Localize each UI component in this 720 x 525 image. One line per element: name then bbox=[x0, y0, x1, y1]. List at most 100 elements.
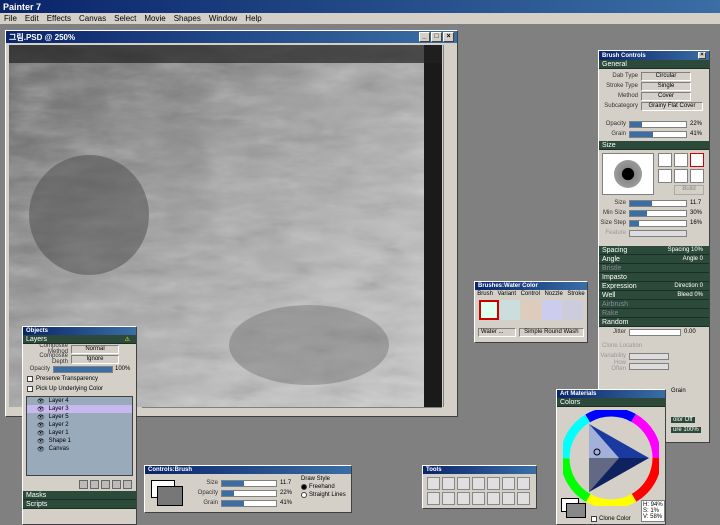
pickup-checkbox[interactable] bbox=[27, 386, 33, 392]
composite-method-select[interactable]: Normal bbox=[71, 344, 119, 354]
clone-color-checkbox[interactable] bbox=[591, 516, 597, 522]
menu-movie[interactable]: Movie bbox=[144, 14, 165, 23]
pen-tool-icon[interactable] bbox=[487, 477, 500, 490]
mask-icon[interactable] bbox=[90, 480, 99, 489]
size-slider[interactable] bbox=[629, 199, 687, 207]
colors-section[interactable]: Colors bbox=[557, 398, 665, 407]
hand-icon[interactable] bbox=[487, 492, 500, 505]
opacity-slider[interactable] bbox=[629, 120, 687, 128]
selection-icon[interactable] bbox=[472, 492, 485, 505]
new-layer-icon[interactable] bbox=[79, 480, 88, 489]
oil-brush-icon[interactable] bbox=[520, 300, 541, 320]
primary-color-swatch[interactable] bbox=[566, 503, 586, 518]
scripts-section[interactable]: Scripts bbox=[23, 500, 136, 509]
watercolor-brush-icon[interactable] bbox=[478, 300, 499, 320]
profile-linear-icon[interactable] bbox=[658, 169, 672, 183]
brushes-menu-brush[interactable]: Brush bbox=[477, 291, 493, 297]
min-size-slider[interactable] bbox=[629, 209, 687, 217]
menu-select[interactable]: Select bbox=[114, 14, 136, 23]
rake-section[interactable]: Rake bbox=[599, 309, 709, 318]
size-section[interactable]: Size bbox=[599, 141, 709, 150]
menu-effects[interactable]: Effects bbox=[47, 14, 71, 23]
layer-item[interactable]: 👁 Layer 3 bbox=[27, 405, 132, 413]
menu-edit[interactable]: Edit bbox=[25, 14, 39, 23]
build-button[interactable]: Build bbox=[674, 185, 704, 195]
airbrush-section[interactable]: Airbrush bbox=[599, 300, 709, 309]
lock-icon[interactable] bbox=[112, 480, 121, 489]
grain-slider[interactable] bbox=[629, 130, 687, 138]
bristle-section[interactable]: Bristle bbox=[599, 264, 709, 273]
close-button[interactable]: × bbox=[443, 32, 454, 42]
jitter-slider[interactable] bbox=[629, 328, 681, 336]
scissors-icon[interactable] bbox=[517, 492, 530, 505]
primary-color-swatch[interactable] bbox=[157, 486, 183, 506]
brushes-menu-variant[interactable]: Variant bbox=[497, 291, 516, 297]
general-section[interactable]: General bbox=[599, 60, 709, 69]
brush-category-select[interactable]: Water ... bbox=[478, 328, 516, 337]
brush-variant-select[interactable]: Simple Round Wash bbox=[518, 328, 584, 337]
well-section[interactable]: Well Bleed 0% bbox=[599, 291, 709, 300]
layer-item[interactable]: 👁 Canvas bbox=[27, 445, 132, 453]
size-slider[interactable] bbox=[221, 479, 277, 487]
profile-flat-icon[interactable] bbox=[690, 169, 704, 183]
angle-section[interactable]: Angle Angle 0 bbox=[599, 255, 709, 264]
eye-icon[interactable]: 👁 bbox=[37, 446, 45, 453]
ellipse-icon[interactable] bbox=[502, 477, 515, 490]
profile-watercolor-icon[interactable] bbox=[674, 169, 688, 183]
layer-item[interactable]: 👁 Layer 4 bbox=[27, 397, 132, 405]
opacity-slider[interactable] bbox=[221, 489, 277, 497]
pen-icon[interactable] bbox=[542, 300, 563, 320]
layer-item[interactable]: 👁 Layer 2 bbox=[27, 421, 132, 429]
size-step-slider[interactable] bbox=[629, 219, 687, 227]
impasto-section[interactable]: Impasto bbox=[599, 273, 709, 282]
dropper-icon[interactable] bbox=[427, 492, 440, 505]
brushes-menu-nozzle[interactable]: Nozzle bbox=[544, 291, 562, 297]
eye-icon[interactable]: 👁 bbox=[37, 422, 45, 429]
menu-shapes[interactable]: Shapes bbox=[174, 14, 201, 23]
profile-pointed-icon[interactable] bbox=[658, 153, 672, 167]
profile-medium-icon[interactable] bbox=[674, 153, 688, 167]
grain-slider[interactable] bbox=[221, 499, 277, 507]
airbrush-icon[interactable] bbox=[499, 300, 520, 320]
layer-item[interactable]: 👁 Shape 1 bbox=[27, 437, 132, 445]
crop-icon[interactable] bbox=[442, 477, 455, 490]
eye-icon[interactable]: 👁 bbox=[37, 430, 45, 437]
layer-item[interactable]: 👁 Layer 5 bbox=[27, 413, 132, 421]
horizontal-scrollbar[interactable] bbox=[142, 407, 442, 416]
method-select[interactable]: Cover bbox=[641, 91, 691, 101]
eye-icon[interactable]: 👁 bbox=[37, 406, 45, 413]
menu-window[interactable]: Window bbox=[209, 14, 237, 23]
brushes-menu-control[interactable]: Control bbox=[521, 291, 540, 297]
magic-wand-icon[interactable] bbox=[457, 492, 470, 505]
random-section[interactable]: Random bbox=[599, 318, 709, 327]
magnifier-icon[interactable] bbox=[427, 477, 440, 490]
menu-help[interactable]: Help bbox=[245, 14, 261, 23]
close-button[interactable]: × bbox=[698, 52, 706, 59]
layer-opacity-slider[interactable] bbox=[53, 365, 113, 373]
brush-tool-icon[interactable] bbox=[472, 477, 485, 490]
rectangle-icon[interactable] bbox=[517, 477, 530, 490]
layer-item[interactable]: 👁 Layer 1 bbox=[27, 429, 132, 437]
eye-icon[interactable]: 👁 bbox=[37, 414, 45, 421]
menu-file[interactable]: File bbox=[4, 14, 17, 23]
composite-depth-select[interactable]: Ignore bbox=[71, 354, 119, 364]
maximize-button[interactable]: □ bbox=[431, 32, 442, 42]
brushes-menu-stroke[interactable]: Stroke bbox=[567, 291, 584, 297]
minimize-button[interactable]: _ bbox=[419, 32, 430, 42]
eraser-icon[interactable] bbox=[563, 300, 584, 320]
vertical-scrollbar[interactable] bbox=[443, 45, 455, 407]
dab-type-select[interactable]: Circular bbox=[641, 71, 691, 81]
color-wheel[interactable] bbox=[563, 410, 659, 506]
text-icon[interactable] bbox=[502, 492, 515, 505]
preserve-checkbox[interactable] bbox=[27, 376, 33, 382]
freehand-radio[interactable] bbox=[301, 484, 307, 490]
stroke-type-select[interactable]: Single bbox=[641, 81, 691, 91]
spacing-section[interactable]: Spacing Spacing 10% bbox=[599, 246, 709, 255]
straight-radio[interactable] bbox=[301, 492, 307, 498]
eye-icon[interactable]: 👁 bbox=[37, 438, 45, 445]
eye-icon[interactable]: 👁 bbox=[37, 398, 45, 405]
paint-bucket-icon[interactable] bbox=[442, 492, 455, 505]
menu-canvas[interactable]: Canvas bbox=[79, 14, 106, 23]
profile-dull-icon[interactable] bbox=[690, 153, 704, 167]
dynamic-layer-icon[interactable] bbox=[101, 480, 110, 489]
